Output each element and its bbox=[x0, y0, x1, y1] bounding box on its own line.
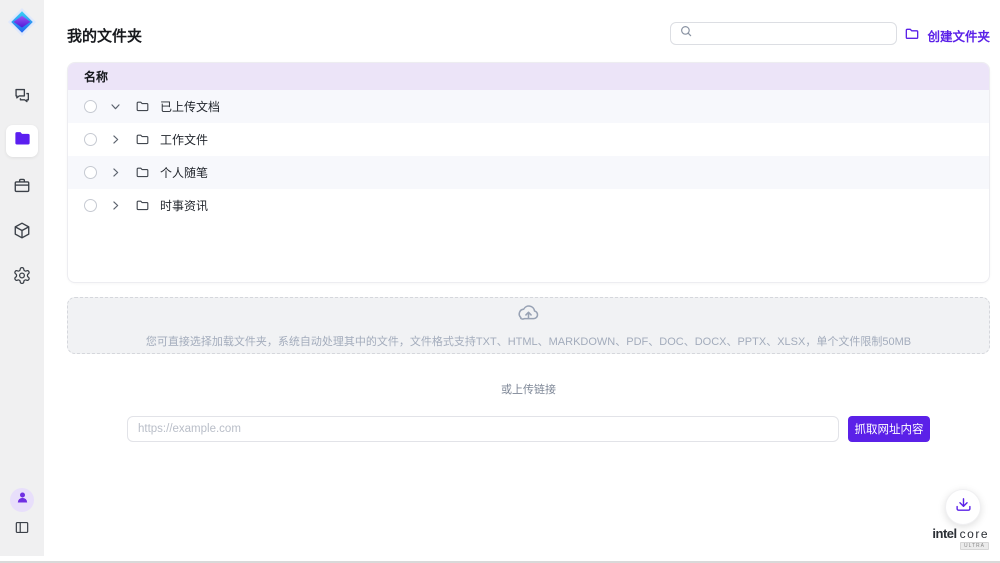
folder-row[interactable]: 时事资讯 bbox=[68, 189, 989, 222]
url-input[interactable] bbox=[127, 416, 839, 442]
folder-icon bbox=[135, 99, 151, 115]
folder-plus-icon bbox=[904, 26, 920, 45]
core-word: core bbox=[960, 527, 989, 541]
sidebar-item-profile[interactable] bbox=[10, 488, 34, 512]
row-checkbox[interactable] bbox=[84, 100, 97, 113]
app-window: 我的文件夹 创建文件夹 名称 bbox=[0, 0, 1000, 563]
cube-icon bbox=[13, 221, 32, 245]
sidebar-item-collapse-panel[interactable] bbox=[14, 519, 31, 541]
upload-dropzone[interactable]: 您可直接选择加载文件夹，系统自动处理其中的文件，文件格式支持TXT、HTML、M… bbox=[67, 297, 990, 354]
table-header-row: 名称 bbox=[68, 63, 989, 90]
main-content: 我的文件夹 创建文件夹 名称 bbox=[44, 0, 1000, 563]
user-avatar-icon bbox=[15, 490, 30, 510]
row-checkbox[interactable] bbox=[84, 199, 97, 212]
folder-row[interactable]: 工作文件 bbox=[68, 123, 989, 156]
ultra-badge: ultra bbox=[960, 542, 989, 550]
chat-icon bbox=[13, 86, 32, 110]
intel-core-logo: intel core ultra bbox=[932, 526, 989, 550]
folder-name: 工作文件 bbox=[160, 131, 208, 148]
or-upload-link-label: 或上传链接 bbox=[67, 381, 990, 397]
folder-icon bbox=[135, 165, 151, 181]
search-box bbox=[670, 22, 897, 45]
row-checkbox[interactable] bbox=[84, 133, 97, 146]
panel-layout-icon bbox=[14, 519, 31, 541]
folder-icon bbox=[135, 132, 151, 148]
gear-icon bbox=[13, 266, 32, 290]
create-folder-button[interactable]: 创建文件夹 bbox=[904, 26, 990, 45]
sidebar-item-cube[interactable] bbox=[13, 221, 32, 245]
search-icon bbox=[679, 24, 693, 43]
sidebar-item-settings[interactable] bbox=[13, 266, 32, 290]
sidebar bbox=[0, 0, 44, 556]
folder-icon bbox=[13, 129, 32, 153]
create-folder-label: 创建文件夹 bbox=[927, 26, 990, 45]
download-button[interactable] bbox=[945, 489, 981, 525]
row-checkbox[interactable] bbox=[84, 166, 97, 179]
download-icon bbox=[955, 496, 972, 518]
intel-word: intel bbox=[932, 526, 956, 541]
chevron-right-icon[interactable] bbox=[109, 166, 122, 179]
column-header-name: 名称 bbox=[84, 68, 108, 85]
chevron-right-icon[interactable] bbox=[109, 199, 122, 212]
upload-hint-text: 您可直接选择加载文件夹，系统自动处理其中的文件，文件格式支持TXT、HTML、M… bbox=[146, 333, 911, 349]
sidebar-item-briefcase[interactable] bbox=[13, 176, 32, 200]
folder-name: 已上传文档 bbox=[160, 98, 220, 115]
folder-icon bbox=[135, 198, 151, 214]
folder-name: 时事资讯 bbox=[160, 197, 208, 214]
sidebar-item-folders-active[interactable] bbox=[6, 125, 38, 157]
sidebar-item-chat[interactable] bbox=[13, 86, 32, 110]
chevron-right-icon[interactable] bbox=[109, 133, 122, 146]
briefcase-icon bbox=[13, 176, 32, 200]
url-upload-row: 抓取网址内容 bbox=[67, 416, 990, 442]
folder-row[interactable]: 个人随笔 bbox=[68, 156, 989, 189]
folder-table: 名称 已上传文档 工作文件 bbox=[67, 62, 990, 283]
folder-row[interactable]: 已上传文档 bbox=[68, 90, 989, 123]
fetch-url-button[interactable]: 抓取网址内容 bbox=[848, 416, 930, 442]
folder-name: 个人随笔 bbox=[160, 164, 208, 181]
cloud-upload-icon bbox=[517, 302, 540, 330]
page-title: 我的文件夹 bbox=[67, 25, 142, 46]
app-logo-icon bbox=[7, 7, 37, 37]
chevron-right-icon[interactable] bbox=[109, 100, 122, 113]
search-input[interactable] bbox=[699, 28, 896, 40]
